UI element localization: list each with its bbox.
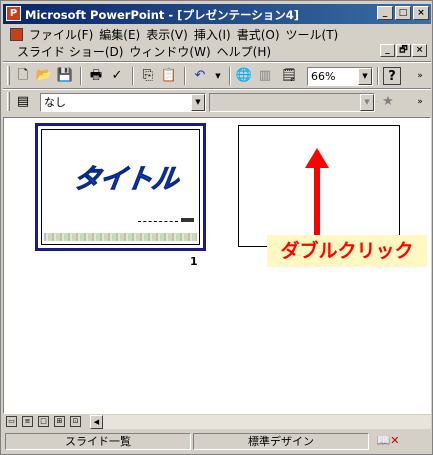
spelling-status-icon[interactable]: 📖✕ [375,433,401,450]
slide-sorter-view-icon[interactable]: ⊞ [54,416,65,427]
status-design-name: 標準デザイン [193,433,369,450]
toolbar-more-icon[interactable]: » [411,93,429,111]
menu-window[interactable]: ウィンドウ(W) [126,43,213,60]
title-bar[interactable]: P Microsoft PowerPoint - [プレゼンテーション4] _ … [3,4,431,24]
slide-subtitle-line [138,221,178,222]
open-icon[interactable]: 📂 [35,67,53,85]
standard-toolbar: 🗋 📂 💾 🖶 ✓ ⎘ 📋 ↶ ▼ 🌐 ▥ 🗒 66% ▼ ? » [3,63,431,89]
menu-edit[interactable]: 編集(E) [96,26,143,43]
toolbar-separator [132,67,134,85]
maximize-button[interactable]: □ [395,6,411,20]
arrow-up-icon [305,148,329,240]
outline-view-icon[interactable]: ≡ [22,416,33,427]
spelling-icon[interactable]: ✓ [108,67,126,85]
doc-close-button[interactable]: × [412,44,427,57]
doc-minimize-button[interactable]: _ [380,44,395,57]
font-value: なし [44,96,66,109]
close-button[interactable]: × [413,6,429,20]
slide-number: 1 [190,255,198,268]
toolbar-separator [229,67,231,85]
outline-view-icon[interactable]: ▤ [14,93,32,111]
toolbar-more-icon[interactable]: » [411,67,429,85]
font-size-combo[interactable]: ▼ [209,93,375,112]
menu-view[interactable]: 表示(V) [143,26,191,43]
new-icon[interactable]: 🗋 [14,67,32,85]
toolbar-separator [377,67,379,85]
menu-bar: ファイル(F) 編集(E) 表示(V) 挿入(I) 書式(O) ツール(T) ス… [3,25,431,61]
view-bar: ▭ ≡ □ ⊞ ⊡ ◀ [3,415,431,430]
menu-slideshow[interactable]: スライド ショー(D) [14,43,126,60]
paste-icon[interactable]: 📋 [160,67,178,85]
doc-restore-button[interactable]: 🗗 [396,44,411,57]
chevron-down-icon[interactable]: ▼ [360,94,374,111]
menu-file[interactable]: ファイル(F) [26,26,96,43]
slide-1[interactable]: タイトル [41,129,200,245]
slide-view-icon[interactable]: □ [38,416,49,427]
slide-title: タイトル [71,164,180,196]
toolbar-grip[interactable] [7,92,10,111]
toolbar-separator [184,67,186,85]
chevron-down-icon[interactable]: ▼ [191,94,205,111]
menu-format[interactable]: 書式(O) [234,26,283,43]
normal-view-icon[interactable]: ▭ [6,416,17,427]
font-combo[interactable]: なし ▼ [40,93,206,112]
status-view-name: スライド一覧 [5,433,191,450]
scroll-left-icon[interactable]: ◀ [90,415,103,429]
new-slide-icon[interactable]: 🗒 [280,67,298,85]
horizontal-scrollbar[interactable]: ◀ [90,415,431,429]
formatting-toolbar: ▤ なし ▼ ▼ ★ » [3,89,431,115]
slide-thumbnail-selected[interactable]: タイトル [35,123,206,251]
zoom-value: 66% [311,70,336,83]
hyperlink-icon[interactable]: 🌐 [235,67,253,85]
print-icon[interactable]: 🖶 [87,67,105,85]
menu-help[interactable]: ヘルプ(H) [214,43,274,60]
double-click-callout: ダブルクリック [267,235,427,267]
slide-sorter-area[interactable]: タイトル 1 ダブルクリック [3,117,431,414]
powerpoint-app-icon[interactable]: P [6,6,21,21]
slide-subtitle-end [181,218,194,222]
status-bar: スライド一覧 標準デザイン 📖✕ [3,432,431,452]
copy-icon[interactable]: ⎘ [139,67,157,85]
minimize-button[interactable]: _ [377,6,393,20]
undo-icon[interactable]: ↶ [191,67,209,85]
undo-dropdown-icon[interactable]: ▼ [209,67,227,85]
toolbar-grip[interactable] [7,66,10,85]
window-title: Microsoft PowerPoint - [プレゼンテーション4] [25,8,299,22]
animation-effects-icon[interactable]: ★ [379,93,397,111]
toolbar-separator [80,67,82,85]
chevron-down-icon[interactable]: ▼ [358,68,372,85]
document-icon[interactable] [10,27,23,41]
powerpoint-window: P Microsoft PowerPoint - [プレゼンテーション4] _ … [0,0,433,455]
save-icon[interactable]: 💾 [56,67,74,85]
help-icon[interactable]: ? [383,67,401,85]
zoom-combo[interactable]: 66% ▼ [307,67,373,86]
insert-chart-icon[interactable]: ▥ [256,67,274,85]
slide-design-band [44,233,197,241]
menu-insert[interactable]: 挿入(I) [191,26,234,43]
slideshow-view-icon[interactable]: ⊡ [70,416,81,427]
menu-tools[interactable]: ツール(T) [283,26,342,43]
